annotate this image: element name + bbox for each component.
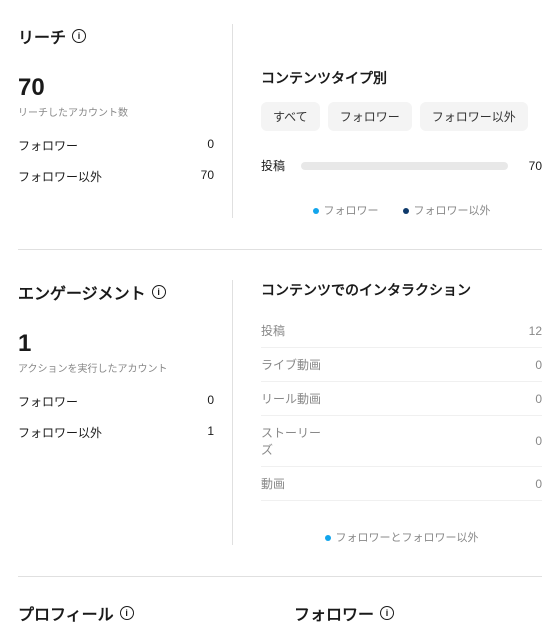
engagement-item-value: 0 (524, 477, 542, 491)
engagement-item: 動画 0 (261, 467, 542, 501)
reach-total: 70 (18, 74, 214, 102)
engagement-item-value: 0 (524, 392, 542, 406)
legend-label: フォロワー以外 (414, 205, 491, 217)
engagement-item: ライブ動画 0 (261, 348, 542, 382)
engagement-legend: フォロワーとフォロワー以外 (261, 529, 542, 545)
engagement-row-label: フォロワー (18, 393, 78, 410)
engagement-item-bar (335, 396, 512, 402)
reach-right-title: コンテンツタイプ別 (261, 68, 542, 88)
profile-title-text: プロフィール (18, 601, 114, 625)
reach-bar (301, 162, 508, 170)
legend-item: フォロワー以外 (403, 202, 491, 218)
reach-left: リーチ i 70 リーチしたアカウント数 フォロワー 0 フォロワー以外 70 (18, 24, 233, 218)
reach-right: コンテンツタイプ別 すべて フォロワー フォロワー以外 投稿 70 フォロワー … (233, 24, 542, 218)
engagement-total-sub: アクションを実行したアカウント (18, 360, 214, 375)
engagement-title: エンゲージメント i (18, 280, 214, 304)
engagement-item-bar (335, 438, 512, 444)
engagement-rows: 投稿 12 ライブ動画 0 リール動画 0 ストーリーズ 0 (261, 314, 542, 501)
engagement-total: 1 (18, 330, 214, 358)
reach-row: フォロワー 0 (18, 137, 214, 154)
engagement-item-label: 投稿 (261, 322, 323, 339)
follower-cell: フォロワー i (266, 577, 542, 625)
reach-row-value: 0 (207, 137, 214, 154)
legend-label: フォロワーとフォロワー以外 (336, 532, 479, 544)
engagement-item-label: ライブ動画 (261, 356, 323, 373)
reach-bar-row: 投稿 70 (261, 157, 542, 174)
engagement-right-title: コンテンツでのインタラクション (261, 280, 542, 300)
engagement-item-bar (335, 481, 512, 487)
reach-bar-label: 投稿 (261, 157, 291, 174)
engagement-item-label: 動画 (261, 475, 323, 492)
follower-title-text: フォロワー (294, 601, 374, 625)
engagement-row-value: 1 (207, 424, 214, 441)
reach-row-label: フォロワー以外 (18, 168, 102, 185)
tab-all[interactable]: すべて (261, 102, 320, 131)
bottom-section: プロフィール i フォロワー i (18, 576, 542, 625)
engagement-item: リール動画 0 (261, 382, 542, 416)
engagement-row: フォロワー 0 (18, 393, 214, 410)
tab-nonfollowers[interactable]: フォロワー以外 (420, 102, 528, 131)
legend-dot (325, 535, 331, 541)
legend-dot (313, 208, 319, 214)
legend-item: フォロワーとフォロワー以外 (325, 529, 479, 545)
info-icon[interactable]: i (72, 29, 86, 43)
engagement-item-label: リール動画 (261, 390, 323, 407)
legend-label: フォロワー (324, 205, 379, 217)
reach-row-label: フォロワー (18, 137, 78, 154)
tab-followers[interactable]: フォロワー (328, 102, 412, 131)
reach-row-value: 70 (201, 168, 214, 185)
engagement-item-bar (335, 328, 512, 334)
engagement-section: エンゲージメント i 1 アクションを実行したアカウント フォロワー 0 フォロ… (18, 249, 542, 576)
engagement-item-label: ストーリーズ (261, 424, 323, 458)
engagement-item-bar (335, 362, 512, 368)
legend-item: フォロワー (313, 202, 379, 218)
engagement-title-text: エンゲージメント (18, 280, 146, 304)
reach-bar-value: 70 (518, 159, 542, 173)
reach-legend: フォロワー フォロワー以外 (261, 202, 542, 218)
profile-title: プロフィール i (18, 601, 266, 625)
engagement-item: ストーリーズ 0 (261, 416, 542, 467)
info-icon[interactable]: i (120, 606, 134, 620)
engagement-left: エンゲージメント i 1 アクションを実行したアカウント フォロワー 0 フォロ… (18, 280, 233, 545)
reach-row: フォロワー以外 70 (18, 168, 214, 185)
info-icon[interactable]: i (152, 285, 166, 299)
engagement-item-value: 12 (524, 324, 542, 338)
engagement-row-label: フォロワー以外 (18, 424, 102, 441)
reach-title-text: リーチ (18, 24, 66, 48)
info-icon[interactable]: i (380, 606, 394, 620)
engagement-item: 投稿 12 (261, 314, 542, 348)
legend-dot (403, 208, 409, 214)
reach-title: リーチ i (18, 24, 214, 48)
profile-cell: プロフィール i (18, 577, 266, 625)
engagement-right: コンテンツでのインタラクション 投稿 12 ライブ動画 0 リール動画 0 (233, 280, 542, 545)
engagement-item-value: 0 (524, 358, 542, 372)
follower-title: フォロワー i (294, 601, 542, 625)
reach-tabs: すべて フォロワー フォロワー以外 (261, 102, 542, 131)
engagement-row-value: 0 (207, 393, 214, 410)
engagement-item-value: 0 (524, 434, 542, 448)
reach-total-sub: リーチしたアカウント数 (18, 104, 214, 119)
reach-section: リーチ i 70 リーチしたアカウント数 フォロワー 0 フォロワー以外 70 … (18, 10, 542, 249)
engagement-row: フォロワー以外 1 (18, 424, 214, 441)
